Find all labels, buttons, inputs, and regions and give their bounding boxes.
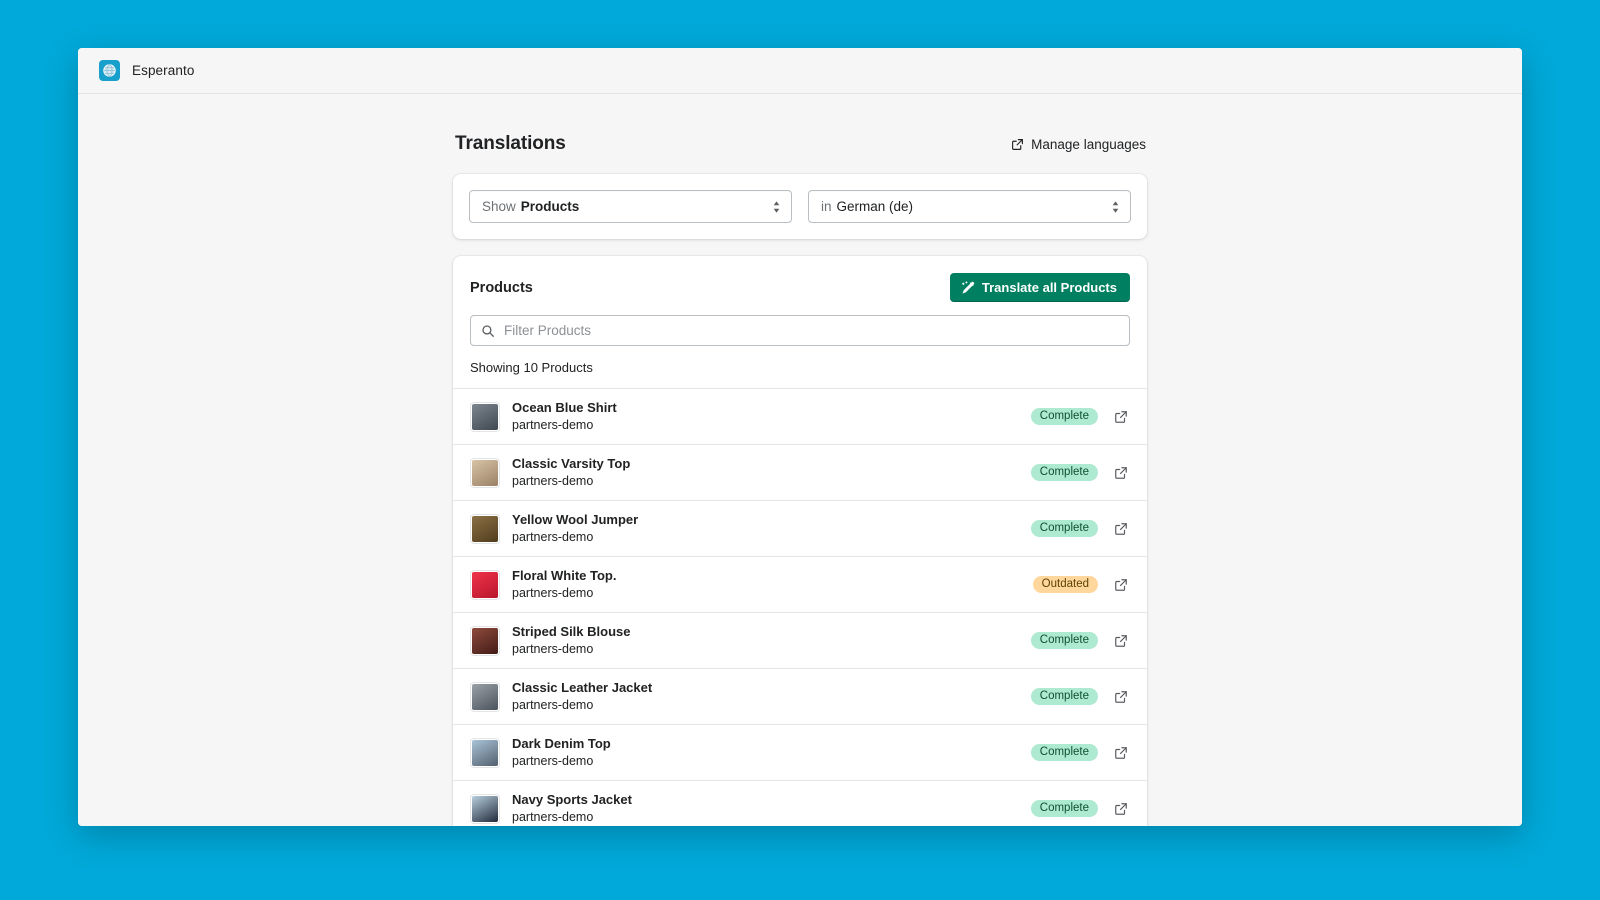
app-title: Esperanto xyxy=(132,63,195,78)
product-name: Floral White Top. xyxy=(512,568,617,583)
product-thumbnail xyxy=(470,457,500,488)
app-topbar: Esperanto xyxy=(78,48,1522,94)
manage-languages-label: Manage languages xyxy=(1031,136,1146,152)
external-link-icon[interactable] xyxy=(1112,744,1130,762)
product-subtitle: partners-demo xyxy=(512,642,594,656)
external-link-icon[interactable] xyxy=(1112,408,1130,426)
external-link-icon[interactable] xyxy=(1112,464,1130,482)
table-row[interactable]: Dark Denim Top partners-demo Complete xyxy=(453,725,1147,781)
language-select-value: German (de) xyxy=(836,199,914,214)
status-badge: Complete xyxy=(1030,632,1098,649)
product-subtitle: partners-demo xyxy=(512,530,594,544)
globe-icon xyxy=(99,60,120,81)
app-window: Esperanto Translations Manage languages xyxy=(78,48,1522,826)
product-info: Ocean Blue Shirt partners-demo xyxy=(512,399,1031,434)
product-info: Dark Denim Top partners-demo xyxy=(512,735,1031,770)
table-row[interactable]: Ocean Blue Shirt partners-demo Complete xyxy=(453,389,1147,445)
table-row[interactable]: Classic Leather Jacket partners-demo Compl… xyxy=(453,669,1147,725)
products-card-title: Products xyxy=(470,279,533,296)
resource-select-prefix: Show xyxy=(482,199,516,214)
status-badge: Complete xyxy=(1030,464,1098,481)
product-thumbnail xyxy=(470,513,500,544)
external-link-icon[interactable] xyxy=(1112,632,1130,650)
resource-select-wrapper: Show Products xyxy=(469,190,792,223)
status-badge: Complete xyxy=(1030,744,1098,761)
product-info: Classic Varsity Top partners-demo xyxy=(512,455,1031,490)
product-thumbnail xyxy=(470,737,500,768)
manage-languages-link[interactable]: Manage languages xyxy=(1011,137,1146,152)
language-select[interactable]: in German (de) xyxy=(808,190,1131,223)
table-row[interactable]: Floral White Top. partners-demo Outdated xyxy=(453,557,1147,613)
status-badge: Outdated xyxy=(1032,576,1098,593)
status-badge: Complete xyxy=(1030,800,1098,817)
language-select-prefix: in xyxy=(821,199,832,214)
product-subtitle: partners-demo xyxy=(512,810,594,824)
products-list: Ocean Blue Shirt partners-demo Complete Cla… xyxy=(453,388,1147,826)
translate-all-products-button[interactable]: Translate all Products xyxy=(949,273,1130,302)
product-name: Striped Silk Blouse xyxy=(512,624,631,639)
filters-card: Show Products in German (de) xyxy=(453,174,1147,239)
product-subtitle: partners-demo xyxy=(512,418,594,432)
product-name: Navy Sports Jacket xyxy=(512,792,632,807)
product-info: Striped Silk Blouse partners-demo xyxy=(512,623,1031,658)
search-icon xyxy=(481,324,495,338)
magic-wand-icon xyxy=(961,280,975,295)
table-row[interactable]: Yellow Wool Jumper partners-demo Complete xyxy=(453,501,1147,557)
status-badge: Complete xyxy=(1030,520,1098,537)
status-badge: Complete xyxy=(1030,408,1098,425)
page-canvas: Translations Manage languages Show Produ… xyxy=(78,94,1522,826)
showing-count-text: Showing 10 Products xyxy=(470,360,593,375)
products-card-header: Products Translate all Products xyxy=(453,256,1147,302)
product-info: Floral White Top. partners-demo xyxy=(512,567,1033,602)
product-info: Yellow Wool Jumper partners-demo xyxy=(512,511,1031,546)
external-link-icon[interactable] xyxy=(1112,688,1130,706)
filter-products-search[interactable] xyxy=(470,315,1130,346)
page-title: Translations xyxy=(455,133,566,154)
product-name: Yellow Wool Jumper xyxy=(512,512,639,527)
product-thumbnail xyxy=(470,569,500,600)
table-row[interactable]: Navy Sports Jacket partners-demo Complete xyxy=(453,781,1147,826)
external-link-icon[interactable] xyxy=(1112,520,1130,538)
external-link-icon[interactable] xyxy=(1112,576,1130,594)
page-container: Translations Manage languages Show Produ… xyxy=(453,94,1147,826)
table-row[interactable]: Classic Varsity Top partners-demo Complete xyxy=(453,445,1147,501)
external-link-icon xyxy=(1011,138,1024,151)
status-badge: Complete xyxy=(1030,688,1098,705)
external-link-icon[interactable] xyxy=(1112,800,1130,818)
product-name: Classic Leather Jacket xyxy=(512,680,653,695)
product-info: Navy Sports Jacket partners-demo xyxy=(512,791,1031,826)
product-subtitle: partners-demo xyxy=(512,474,594,488)
filter-row xyxy=(453,302,1147,346)
table-row[interactable]: Striped Silk Blouse partners-demo Complete xyxy=(453,613,1147,669)
product-thumbnail xyxy=(470,681,500,712)
translate-all-products-label: Translate all Products xyxy=(981,280,1117,295)
products-card: Products Translate all Products Filter P… xyxy=(453,256,1147,826)
product-thumbnail xyxy=(470,401,500,432)
product-name: Dark Denim Top xyxy=(512,736,611,751)
product-thumbnail xyxy=(470,793,500,824)
language-select-wrapper: in German (de) xyxy=(808,190,1131,223)
product-name: Ocean Blue Shirt xyxy=(512,400,617,415)
page-header: Translations Manage languages xyxy=(453,133,1147,155)
search-input[interactable] xyxy=(504,323,1129,338)
product-name: Classic Varsity Top xyxy=(512,456,631,471)
product-subtitle: partners-demo xyxy=(512,698,594,712)
product-subtitle: partners-demo xyxy=(512,586,594,600)
resource-select[interactable]: Show Products xyxy=(469,190,792,223)
resource-select-value: Products xyxy=(520,199,580,214)
product-info: Classic Leather Jacket partners-demo xyxy=(512,679,1031,714)
product-subtitle: partners-demo xyxy=(512,754,594,768)
product-thumbnail xyxy=(470,625,500,656)
